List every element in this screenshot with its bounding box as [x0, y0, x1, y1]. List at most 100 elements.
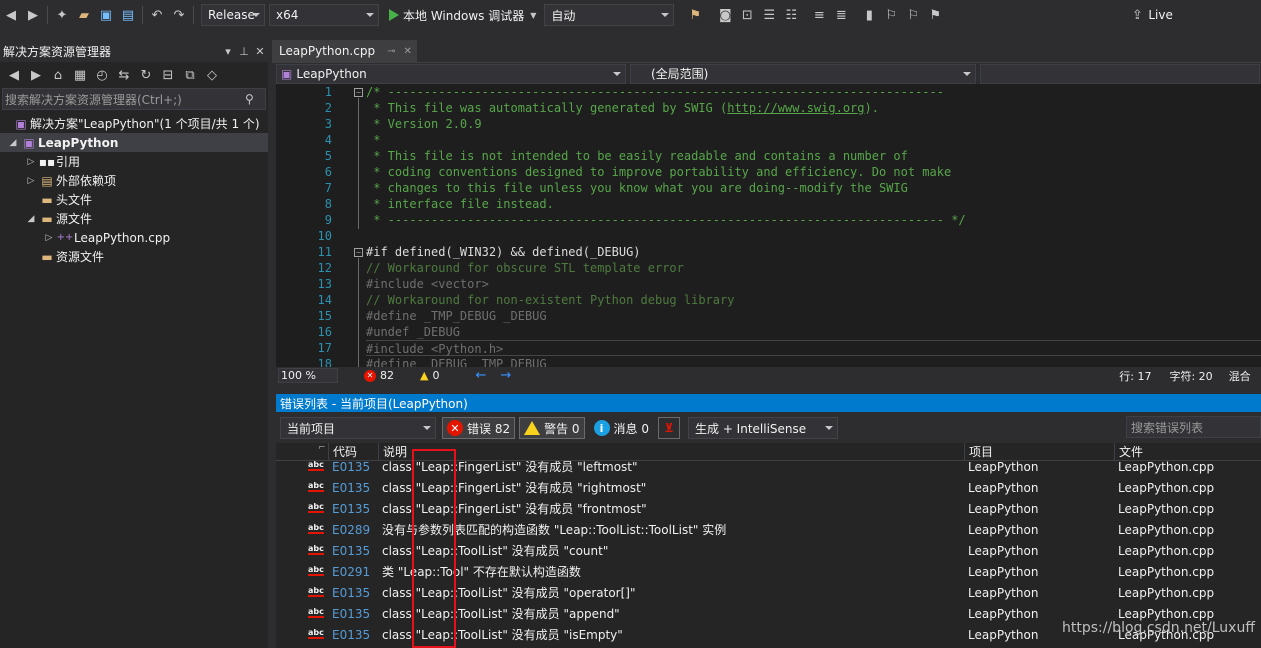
open-folder-icon[interactable]: ▰	[73, 4, 95, 26]
close-icon[interactable]: ✕	[252, 45, 268, 58]
errors-filter-button[interactable]: ✕ 错误 82	[442, 417, 516, 439]
breakpoint-icon[interactable]: ⊡	[736, 4, 758, 26]
code-editor[interactable]: 1 2 3 4 5 6 7 8 9 10 11 12 13 14 15 16 17 18 − − /* -----…	[276, 84, 1261, 367]
platform-value: x64	[276, 8, 299, 22]
sync-icon[interactable]: ⇆	[114, 64, 134, 86]
save-icon[interactable]: ▣	[95, 4, 117, 26]
warnings-filter-button[interactable]: 警告 0	[519, 417, 585, 439]
tree-resource-files[interactable]: ▬ 资源文件	[0, 247, 268, 266]
new-project-icon[interactable]: ✦	[51, 4, 73, 26]
undo-icon[interactable]: ↶	[146, 4, 168, 26]
error-count[interactable]: 82	[380, 369, 394, 382]
error-project: LeapPython	[968, 523, 1039, 537]
zoom-level[interactable]: 100 %	[278, 368, 338, 383]
screenshot-icon[interactable]: ◙	[714, 4, 736, 26]
tree-source-files[interactable]: ◢ ▬ 源文件	[0, 209, 268, 228]
column-file[interactable]: 文件	[1114, 443, 1261, 461]
search-icon[interactable]: ⚲	[245, 92, 265, 106]
start-debugging-button[interactable]: 本地 Windows 调试器 ▼	[385, 7, 540, 24]
home-icon[interactable]: ⌂	[48, 64, 68, 86]
chevron-down-icon[interactable]: ▼	[530, 11, 536, 20]
collapsed-icon[interactable]: ▷	[24, 157, 38, 167]
expanded-icon[interactable]: ◢	[6, 138, 20, 148]
error-row[interactable]: abc E0135 class "Leap::ToolList" 没有成员 "cou…	[276, 541, 1261, 562]
intellisense-error-icon: abc	[308, 586, 324, 597]
solution-config-select[interactable]: 自动	[544, 4, 675, 26]
arrow-right-icon[interactable]: →	[500, 368, 511, 383]
code-line: * This file is not intended to be easily…	[366, 149, 908, 163]
back-icon[interactable]: ◀	[0, 4, 22, 26]
solution-search-input[interactable]: 搜索解决方案资源管理器(Ctrl+;) ⚲	[2, 88, 266, 110]
indent-icon[interactable]: ☰	[758, 4, 780, 26]
outdent-icon[interactable]: ☷	[780, 4, 802, 26]
view-code-icon[interactable]: ◇	[202, 64, 222, 86]
show-all-files-icon[interactable]: ⧉	[180, 64, 200, 86]
messages-filter-button[interactable]: i 消息 0	[589, 417, 654, 439]
error-file: LeapPython.cpp	[1118, 565, 1215, 579]
line-number: 13	[317, 277, 332, 291]
error-search-input[interactable]: 搜索错误列表	[1126, 416, 1261, 438]
live-share-label[interactable]: Live	[1148, 8, 1173, 22]
error-row[interactable]: abc E0289 没有与参数列表匹配的构造函数 "Leap::ToolList::…	[276, 520, 1261, 541]
configuration-select[interactable]: Release	[201, 4, 265, 26]
line-number: 10	[317, 229, 332, 243]
error-row[interactable]: abc E0135 class "Leap::ToolList" 没有成员 "ope…	[276, 583, 1261, 604]
tab-label: LeapPython.cpp	[279, 44, 376, 58]
collapsed-icon[interactable]: ▷	[42, 233, 56, 243]
tree-project[interactable]: ◢ ▣ LeapPython	[0, 133, 268, 152]
collapsed-icon[interactable]: ▷	[24, 176, 38, 186]
line-number: 11	[317, 245, 332, 259]
save-all-icon[interactable]: ▤	[117, 4, 139, 26]
tree-solution[interactable]: ▣ 解决方案"LeapPython"(1 个项目/共 1 个)	[0, 114, 268, 133]
window-position-icon[interactable]: ▾	[220, 45, 236, 58]
code-lines: /* -------------------------------------…	[366, 84, 1261, 367]
member-nav-select[interactable]	[980, 63, 1260, 84]
column-project[interactable]: 项目	[964, 443, 1114, 461]
refresh-icon[interactable]: ↻	[136, 64, 156, 86]
back-icon[interactable]: ◀	[4, 64, 24, 86]
tree-label: 资源文件	[56, 250, 105, 264]
bookmark-icon[interactable]: ▮	[858, 4, 880, 26]
find-in-files-icon[interactable]: ⚑	[684, 4, 706, 26]
error-row[interactable]: abc E0291 类 "Leap::Tool" 不存在默认构造函数 LeapPyth…	[276, 562, 1261, 583]
tree-header-files[interactable]: ▬ 头文件	[0, 190, 268, 209]
platform-select[interactable]: x64	[269, 4, 379, 26]
scope-select[interactable]: 当前项目	[280, 417, 436, 439]
collapse-all-icon[interactable]: ⊟	[158, 64, 178, 86]
next-bookmark-icon[interactable]: ⚐	[902, 4, 924, 26]
forward-icon[interactable]: ▶	[22, 4, 44, 26]
scope-nav-select[interactable]: (全局范围)	[630, 63, 976, 84]
pin-icon[interactable]: ⊸	[387, 46, 395, 57]
redo-icon[interactable]: ↷	[168, 4, 190, 26]
switch-views-icon[interactable]: ▦	[70, 64, 90, 86]
tab-leappython-cpp[interactable]: LeapPython.cpp ⊸ ✕	[272, 40, 417, 62]
expanded-icon[interactable]: ◢	[24, 214, 38, 224]
column-sort-icon[interactable]: ⌐	[318, 443, 326, 453]
prev-bookmark-icon[interactable]: ⚐	[880, 4, 902, 26]
close-icon[interactable]: ✕	[403, 46, 411, 57]
arrow-left-icon[interactable]: ←	[475, 368, 486, 383]
pending-changes-icon[interactable]: ◴	[92, 64, 112, 86]
forward-icon[interactable]: ▶	[26, 64, 46, 86]
column-code[interactable]: 代码	[328, 443, 378, 461]
warning-count[interactable]: 0	[432, 369, 439, 382]
tree-cpp-file[interactable]: ▷ ++ LeapPython.cpp	[0, 228, 268, 247]
swig-url-link[interactable]: http://www.swig.org	[727, 101, 864, 115]
tree-external-deps[interactable]: ▷ ▤ 外部依赖项	[0, 171, 268, 190]
error-row[interactable]: abc E0135 class "Leap::FingerList" 没有成员 "l…	[276, 461, 1261, 478]
error-row[interactable]: abc E0135 class "Leap::FingerList" 没有成员 "f…	[276, 499, 1261, 520]
tree-references[interactable]: ▷ ▪▪ 引用	[0, 152, 268, 171]
share-icon[interactable]: ⇪	[1126, 4, 1148, 26]
collapse-icon[interactable]: −	[354, 248, 363, 257]
error-row[interactable]: abc E0135 class "Leap::FingerList" 没有成员 "r…	[276, 478, 1261, 499]
line-ending-mode: 混合	[1228, 369, 1251, 383]
build-filter-select[interactable]: 生成 + IntelliSense	[688, 417, 838, 439]
clear-bookmarks-icon[interactable]: ⚑	[924, 4, 946, 26]
project-nav-select[interactable]: ▣ LeapPython	[276, 63, 626, 84]
uncomment-icon[interactable]: ≣	[830, 4, 852, 26]
pin-icon[interactable]: ⊥	[236, 45, 252, 58]
collapse-icon[interactable]: −	[354, 88, 363, 97]
comment-icon[interactable]: ≡	[808, 4, 830, 26]
filter-button[interactable]: ⊻	[658, 417, 680, 439]
column-description[interactable]: 说明	[378, 443, 964, 461]
